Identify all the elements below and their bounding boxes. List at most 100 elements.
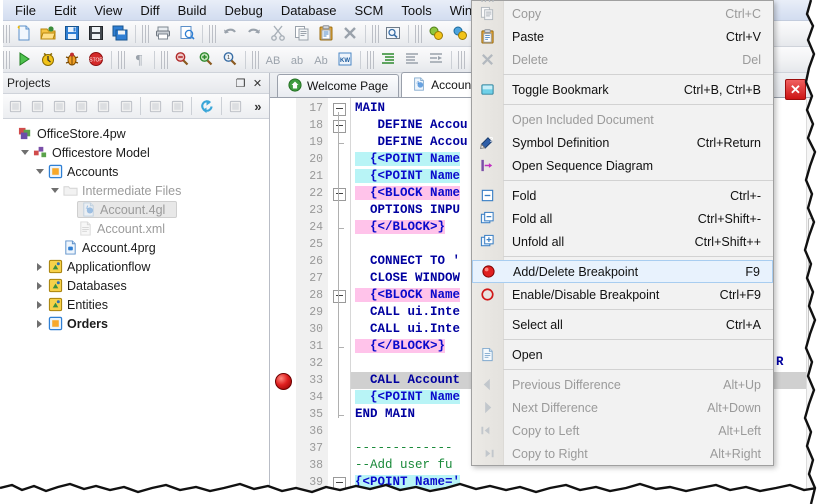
toolbar-grip[interactable]: [252, 51, 259, 69]
code-line[interactable]: {</POINT>}: [351, 491, 823, 504]
context-menu-item-copy-to-left[interactable]: Copy to LeftAlt+Left: [472, 419, 773, 442]
context-menu-item-enable-disable-breakpoint[interactable]: Enable/Disable BreakpointCtrl+F9: [472, 283, 773, 306]
context-menu-item-fold-all[interactable]: Fold allCtrl+Shift+-: [472, 207, 773, 230]
fold-toggle[interactable]: [333, 188, 346, 201]
toolbar-grip[interactable]: [372, 25, 379, 43]
context-menu-item-copy[interactable]: CopyCtrl+C: [472, 2, 773, 25]
indent-block-button[interactable]: [377, 49, 399, 71]
menu-diff[interactable]: Diff: [131, 1, 168, 20]
show-whitespace-button[interactable]: ¶: [128, 49, 150, 71]
menu-build[interactable]: Build: [169, 1, 216, 20]
add-file-button[interactable]: [145, 96, 165, 117]
link-button[interactable]: [226, 96, 246, 117]
zoom-in-button[interactable]: [195, 49, 217, 71]
overflow-button[interactable]: »: [248, 96, 268, 117]
context-menu-item-unfold-all[interactable]: Unfold allCtrl+Shift++: [472, 230, 773, 253]
save-button[interactable]: [61, 23, 83, 45]
print-preview-button[interactable]: [176, 23, 198, 45]
zoom-reset-button[interactable]: 1: [219, 49, 241, 71]
fold-gutter[interactable]: [328, 98, 351, 504]
scrollbar-thumb[interactable]: [808, 218, 823, 370]
tree-item-applicationflow[interactable]: Applicationflow: [4, 257, 269, 276]
print-button[interactable]: [152, 23, 174, 45]
keyword-case-button[interactable]: KW: [334, 49, 356, 71]
toolbar-grip[interactable]: [209, 25, 216, 43]
save-as-button[interactable]: [85, 23, 107, 45]
close-document-button[interactable]: ✕: [785, 79, 806, 100]
breakpoint-gutter[interactable]: [270, 98, 296, 504]
tree-item-account-4prg[interactable]: Account.4prg: [4, 238, 269, 257]
tree-item-intermediate-files[interactable]: Intermediate Files: [4, 181, 269, 200]
delete-button[interactable]: [339, 23, 361, 45]
new-node-button[interactable]: [27, 96, 47, 117]
close-group-button[interactable]: [94, 96, 114, 117]
undo-button[interactable]: [219, 23, 241, 45]
context-menu-item-paste[interactable]: PasteCtrl+V: [472, 25, 773, 48]
debug-button[interactable]: [61, 49, 83, 71]
menu-edit[interactable]: Edit: [45, 1, 85, 20]
tree-twisty-open-icon[interactable]: [19, 146, 32, 159]
toolbar-grip[interactable]: [118, 51, 125, 69]
tree-item-officestore-4pw[interactable]: OfficeStore.4pw: [4, 124, 269, 143]
open-file-button[interactable]: [37, 23, 59, 45]
menu-scm[interactable]: SCM: [345, 1, 392, 20]
tree-twisty-open-icon[interactable]: [49, 184, 62, 197]
copy-button[interactable]: [291, 23, 313, 45]
remove-node-button[interactable]: [49, 96, 69, 117]
tree-twisty-closed-icon[interactable]: [34, 279, 47, 292]
context-menu-item-delete[interactable]: DeleteDel: [472, 48, 773, 71]
toolbar-grip[interactable]: [3, 25, 10, 43]
add-package-button[interactable]: [167, 96, 187, 117]
context-menu-item-open-included-document[interactable]: Open Included Document: [472, 108, 773, 131]
context-menu-item-next-difference[interactable]: Next DifferenceAlt+Down: [472, 396, 773, 419]
toolbar-grip[interactable]: [142, 25, 149, 43]
context-menu-item-add-delete-breakpoint[interactable]: Add/Delete BreakpointF9: [472, 260, 773, 283]
package-button[interactable]: [116, 96, 136, 117]
context-menu-item-fold[interactable]: FoldCtrl+-: [472, 184, 773, 207]
menu-tools[interactable]: Tools: [392, 1, 440, 20]
menu-database[interactable]: Database: [272, 1, 346, 20]
editor-vertical-scrollbar[interactable]: [806, 98, 823, 504]
stop-button[interactable]: STOP: [85, 49, 107, 71]
menu-debug[interactable]: Debug: [216, 1, 272, 20]
code-line[interactable]: {<POINT Name=': [351, 474, 823, 491]
capitalize-button[interactable]: Ab: [310, 49, 332, 71]
context-menu-item-select-all[interactable]: Select allCtrl+A: [472, 313, 773, 336]
tree-item-accounts[interactable]: Accounts: [4, 162, 269, 181]
open-group-button[interactable]: [72, 96, 92, 117]
rebuild-button[interactable]: [449, 23, 471, 45]
refresh-button[interactable]: [196, 96, 216, 117]
float-panel-icon[interactable]: ❐: [233, 76, 248, 91]
fold-toggle[interactable]: [333, 120, 346, 133]
scroll-up-arrow[interactable]: [807, 98, 823, 114]
tree-twisty-open-icon[interactable]: [34, 165, 47, 178]
close-panel-icon[interactable]: ✕: [250, 76, 265, 91]
menu-view[interactable]: View: [85, 1, 131, 20]
context-menu-item-open[interactable]: Open: [472, 343, 773, 366]
toolbar-grip[interactable]: [161, 51, 168, 69]
uppercase-button[interactable]: AB: [262, 49, 284, 71]
tree-item-account-xml[interactable]: Account.xml: [4, 219, 269, 238]
fold-toggle[interactable]: [333, 103, 346, 116]
tree-twisty-closed-icon[interactable]: [34, 317, 47, 330]
fold-toggle[interactable]: [333, 290, 346, 303]
tree-item-databases[interactable]: Databases: [4, 276, 269, 295]
context-menu-item-copy-to-right[interactable]: Copy to RightAlt+Right: [472, 442, 773, 465]
tree-item-entities[interactable]: Entities: [4, 295, 269, 314]
new-project-button[interactable]: [5, 96, 25, 117]
toolbar-grip[interactable]: [3, 51, 10, 69]
menu-file[interactable]: File: [6, 1, 45, 20]
build-button[interactable]: [425, 23, 447, 45]
tree-twisty-closed-icon[interactable]: [34, 260, 47, 273]
run-debug-button[interactable]: [37, 49, 59, 71]
new-file-button[interactable]: [13, 23, 35, 45]
tree-twisty-closed-icon[interactable]: [34, 298, 47, 311]
breakpoint-marker[interactable]: [275, 373, 292, 390]
fold-toggle[interactable]: [333, 477, 346, 490]
toolbar-grip[interactable]: [415, 25, 422, 43]
toolbar-grip[interactable]: [458, 51, 465, 69]
outdent-block-button[interactable]: [401, 49, 423, 71]
lowercase-button[interactable]: ab: [286, 49, 308, 71]
context-menu-item-previous-difference[interactable]: Previous DifferenceAlt+Up: [472, 373, 773, 396]
save-all-button[interactable]: [109, 23, 131, 45]
